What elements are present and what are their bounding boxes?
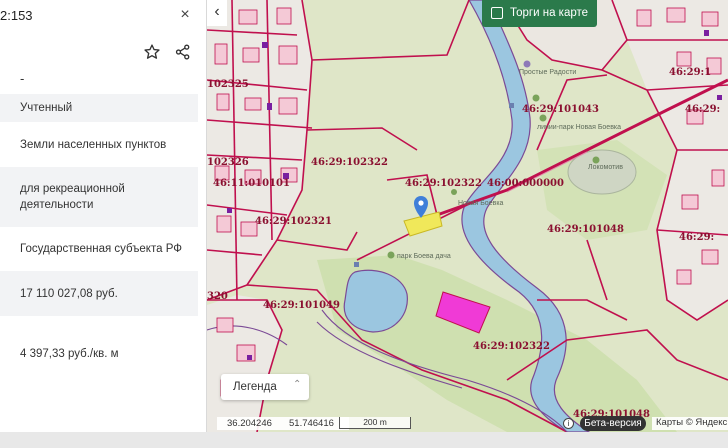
field-ownership-form: Государственная субъекта РФ xyxy=(20,243,182,255)
object-info-panel: 2:153 × - Учтенный Земли населенных пунк… xyxy=(0,0,207,448)
location-marker-icon xyxy=(414,196,428,218)
auctions-toggle-label: Торги на карте xyxy=(510,7,589,19)
cadastral-label: 46:11:010101 xyxy=(213,178,290,189)
cadastral-label: 102326 xyxy=(207,157,249,168)
cadastral-label: 102325 xyxy=(207,79,249,90)
share-button[interactable] xyxy=(169,40,197,66)
cadastral-label: 46:29:1 xyxy=(669,67,712,78)
cadastral-map[interactable]: Простые Радости линии-парк Новая Боевка … xyxy=(207,0,728,448)
map-copyright[interactable]: Карты © Яндекс xyxy=(652,417,728,430)
cadastral-label: 46:29: xyxy=(679,232,715,243)
share-icon xyxy=(175,44,190,60)
favorite-button[interactable] xyxy=(138,40,166,66)
auctions-on-map-toggle[interactable]: Торги на карте xyxy=(482,0,597,27)
checkbox-icon[interactable] xyxy=(491,7,503,19)
legend-button[interactable]: Легенда ⌃ xyxy=(221,374,309,400)
place-label-novaya: Новая Боевка xyxy=(458,200,504,207)
latitude-value: 51.746416 xyxy=(289,418,334,429)
place-label-radosti: Простые Радости xyxy=(519,69,577,76)
cadastral-label: 46:29:102322 xyxy=(473,341,550,352)
panel-header: 2:153 × xyxy=(0,0,206,30)
field-cadastral-value: 17 110 027,08 руб. xyxy=(0,271,198,316)
pond xyxy=(343,269,408,333)
cadastral-number: 2:153 xyxy=(0,8,33,23)
cadastral-label: 46:29:101049 xyxy=(263,300,340,311)
beta-version-badge[interactable]: Бета-версия xyxy=(580,416,646,431)
place-label-park: линии-парк Новая Боевка xyxy=(537,124,622,131)
cadastral-label: 46:29: xyxy=(685,104,721,115)
chevron-up-icon: ⌃ xyxy=(293,379,302,390)
field-land-category: Земли населенных пунктов xyxy=(20,139,167,151)
place-label-lokomotiv: Локомотив xyxy=(588,164,623,171)
place-label-park-boev: парк Боева дача xyxy=(397,253,451,260)
scale-bar: 200 m xyxy=(339,417,411,429)
longitude-value: 36.204246 xyxy=(227,418,272,429)
collapse-panel-button[interactable]: ‹ xyxy=(207,0,227,26)
cadastral-label: 46:00:000000 xyxy=(487,178,564,189)
legend-label: Легенда xyxy=(233,381,277,393)
bottom-strip xyxy=(0,432,728,448)
field-status: Учтенный xyxy=(0,94,198,122)
cadastral-label: 46:29:102322 xyxy=(311,157,388,168)
cursor-coordinates: 36.204246 51.746416 xyxy=(217,417,349,430)
urban-area-bottom-left xyxy=(207,295,282,432)
field-empty-value: - xyxy=(20,71,25,86)
field-specific-cadastral-value: 4 397,33 руб./кв. м xyxy=(20,348,119,360)
field-permitted-use: для рекреационной деятельности xyxy=(0,167,198,227)
cadastral-label: 46:29:101043 xyxy=(522,104,599,115)
star-icon xyxy=(144,44,160,59)
info-icon[interactable]: i xyxy=(563,418,574,429)
cadastral-label: 46:29:102321 xyxy=(255,216,332,227)
cadastral-label: 46:29:102322 xyxy=(405,178,482,189)
cadastral-label: 46:29:101048 xyxy=(547,224,624,235)
cadastral-label: 320 xyxy=(207,291,228,302)
close-button[interactable]: × xyxy=(176,6,194,24)
selected-parcel xyxy=(403,211,443,237)
